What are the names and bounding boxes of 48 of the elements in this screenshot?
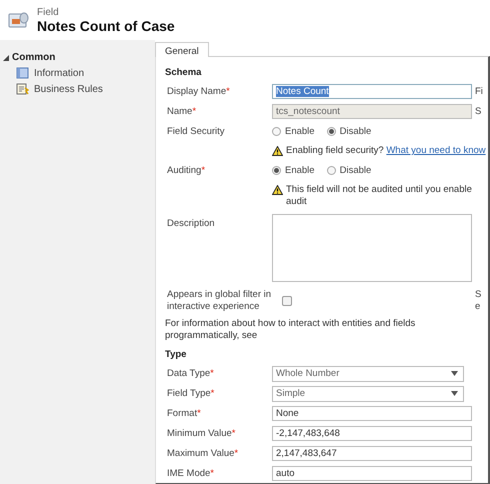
radio-option[interactable]: Disable <box>326 126 372 137</box>
field-label: Display Name* <box>166 86 230 98</box>
field-icon <box>8 10 30 30</box>
tab[interactable]: General <box>155 42 209 57</box>
rules-icon <box>16 83 29 95</box>
field-label: Field Security <box>166 126 225 138</box>
text-field[interactable]: -2,147,483,648 <box>272 426 472 441</box>
radio-option[interactable]: Enable <box>272 165 315 176</box>
description-field[interactable] <box>272 214 472 282</box>
text-field[interactable]: Notes Count <box>272 84 472 99</box>
dropdown[interactable]: Simple <box>272 386 464 402</box>
sidebar-item[interactable]: Information <box>16 67 84 79</box>
caret-icon <box>451 371 458 376</box>
clipped-text: Fi <box>474 86 484 98</box>
radio-option[interactable]: Disable <box>326 165 372 176</box>
section-heading: Type <box>165 349 186 360</box>
field-label: Appears in global filter in interactive experience <box>166 289 272 313</box>
section-heading: Schema <box>165 67 202 78</box>
warning-text: Enabling field security? What you need to know <box>286 145 486 157</box>
warning-icon <box>272 185 283 195</box>
info-link[interactable]: What you need to know <box>386 145 486 156</box>
field-label: Maximum Value* <box>166 448 238 460</box>
field-label: Format* <box>166 408 201 420</box>
text-field[interactable]: auto <box>272 466 472 481</box>
field-label: Minimum Value* <box>166 428 236 440</box>
radio-option[interactable]: Enable <box>272 126 315 137</box>
text-field[interactable]: 2,147,483,647 <box>272 446 472 461</box>
dropdown[interactable]: Whole Number <box>272 366 464 382</box>
field-label: Name* <box>166 106 196 118</box>
warning-icon <box>272 146 283 156</box>
checkbox[interactable] <box>282 296 292 306</box>
page-caption: Field <box>37 6 59 18</box>
field-label: Data Type* <box>166 368 214 380</box>
field-label: IME Mode* <box>166 468 214 480</box>
page-title: Notes Count of Case <box>37 18 175 34</box>
caret-icon <box>451 391 458 396</box>
field-label: Field Type* <box>166 388 214 400</box>
sidebar-section[interactable]: Common <box>0 52 56 63</box>
info-text: For information about how to interact with entities and fields programmatically, see <box>165 318 416 342</box>
text-field[interactable]: None <box>272 406 472 421</box>
clipped-text: S <box>474 289 482 301</box>
clipped-text: S <box>474 106 482 118</box>
form-icon <box>16 67 29 79</box>
sidebar-item[interactable]: Business Rules <box>16 83 103 95</box>
clipped-text: e <box>474 301 482 313</box>
field-label: Description <box>166 218 215 230</box>
field-label: Auditing* <box>166 164 206 176</box>
warning-text: This field will not be audited until you enable audit <box>286 184 473 208</box>
